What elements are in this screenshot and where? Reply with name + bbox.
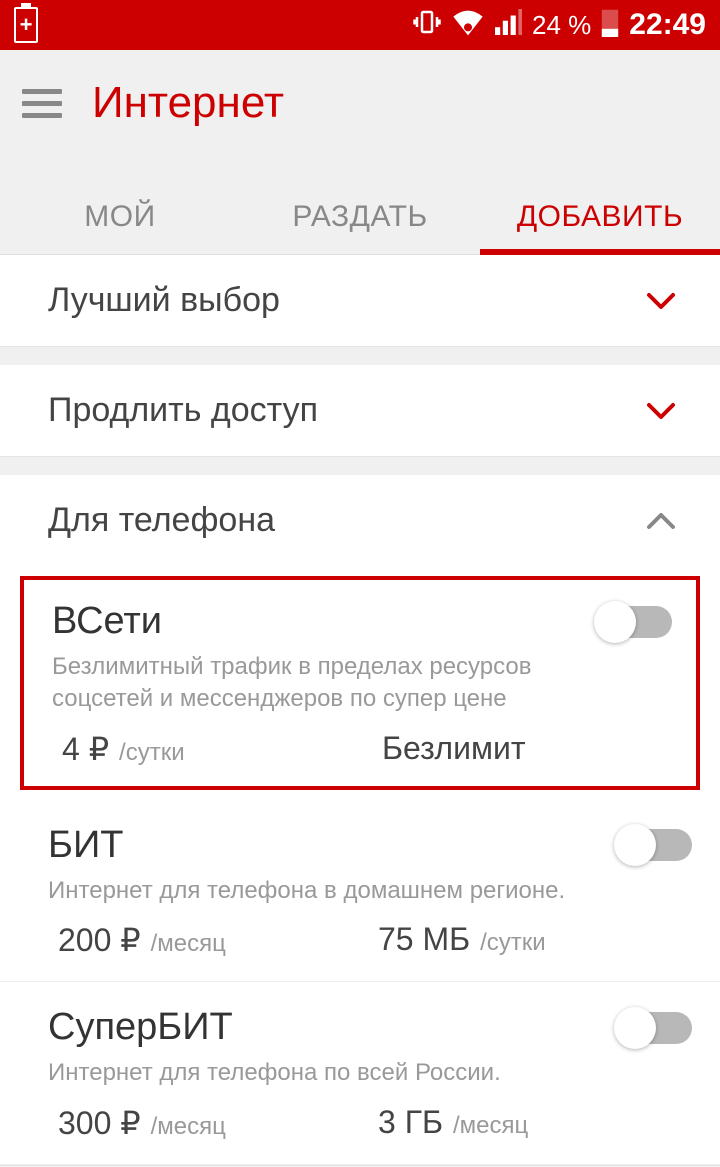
chevron-down-icon	[644, 284, 678, 318]
plan-price: 300 ₽ /месяц	[48, 1104, 368, 1142]
plan-toggle[interactable]	[596, 606, 672, 638]
plan-data-unit: /сутки	[480, 929, 546, 957]
section-header-for-phone[interactable]: Для телефона	[0, 475, 720, 566]
section-best-choice: Лучший выбор	[0, 255, 720, 347]
section-label: Продлить доступ	[48, 391, 318, 430]
vibrate-icon	[412, 7, 442, 44]
status-left: +	[14, 7, 38, 43]
plan-price-unit: /сутки	[119, 739, 185, 767]
plan-card-superbit[interactable]: СуперБИТ Интернет для телефона по всей Р…	[0, 982, 720, 1164]
tab-my[interactable]: МОЙ	[0, 176, 240, 254]
plan-data: 3 ГБ/месяц	[368, 1104, 528, 1142]
chevron-up-icon	[644, 504, 678, 538]
battery-icon	[601, 7, 619, 44]
app-header: Интернет	[0, 50, 720, 146]
plan-data: Безлимит	[372, 730, 535, 768]
plan-price: 200 ₽ /месяц	[48, 921, 368, 959]
section-gap	[0, 457, 720, 475]
plan-data-value: 75 МБ	[378, 921, 470, 958]
plan-price-unit: /месяц	[151, 930, 226, 958]
plan-price-unit: /месяц	[151, 1113, 226, 1141]
battery-plus-icon: +	[14, 7, 38, 43]
plan-price: 4 ₽ /сутки	[52, 730, 372, 768]
plan-card-vseti[interactable]: ВСети Безлимитный трафик в пределах ресу…	[20, 576, 700, 790]
plan-description: Интернет для телефона по всей России.	[48, 1057, 608, 1089]
plan-price-value: 4 ₽	[62, 730, 109, 768]
tabs: МОЙ РАЗДАТЬ ДОБАВИТЬ	[0, 176, 720, 255]
signal-icon	[494, 9, 522, 42]
plan-price-value: 300 ₽	[58, 1104, 141, 1142]
status-right: 24 % 22:49	[412, 7, 706, 44]
plan-data-value: 3 ГБ	[378, 1104, 443, 1141]
plan-data-unit: /месяц	[453, 1112, 528, 1140]
section-for-phone: Для телефона ВСети Безлимитный трафик в …	[0, 475, 720, 1166]
plan-card-bit[interactable]: БИТ Интернет для телефона в домашнем рег…	[0, 800, 720, 982]
plan-price-value: 200 ₽	[58, 921, 141, 959]
chevron-down-icon	[644, 394, 678, 428]
section-header-best-choice[interactable]: Лучший выбор	[0, 255, 720, 346]
status-bar: + 24 % 22:49	[0, 0, 720, 50]
battery-percent: 24 %	[532, 10, 591, 41]
plan-data-value: Безлимит	[382, 730, 525, 767]
plan-title: СуперБИТ	[48, 1006, 233, 1049]
plan-description: Безлимитный трафик в пределах ресурсов с…	[52, 651, 612, 716]
plan-title: ВСети	[52, 600, 162, 643]
section-extend-access: Продлить доступ	[0, 365, 720, 457]
menu-icon[interactable]	[22, 89, 62, 118]
tab-add[interactable]: ДОБАВИТЬ	[480, 176, 720, 254]
plan-toggle[interactable]	[616, 829, 692, 861]
plan-description: Интернет для телефона в домашнем регионе…	[48, 875, 608, 907]
section-label: Лучший выбор	[48, 281, 280, 320]
page-title: Интернет	[92, 78, 284, 128]
plan-toggle[interactable]	[616, 1012, 692, 1044]
wifi-icon	[452, 8, 484, 43]
plan-data: 75 МБ/сутки	[368, 921, 546, 959]
section-label: Для телефона	[48, 501, 275, 540]
tab-share[interactable]: РАЗДАТЬ	[240, 176, 480, 254]
section-header-extend-access[interactable]: Продлить доступ	[0, 365, 720, 456]
plan-title: БИТ	[48, 824, 123, 867]
section-gap	[0, 347, 720, 365]
status-time: 22:49	[629, 8, 706, 42]
section-body-for-phone: ВСети Безлимитный трафик в пределах ресу…	[0, 576, 720, 1165]
